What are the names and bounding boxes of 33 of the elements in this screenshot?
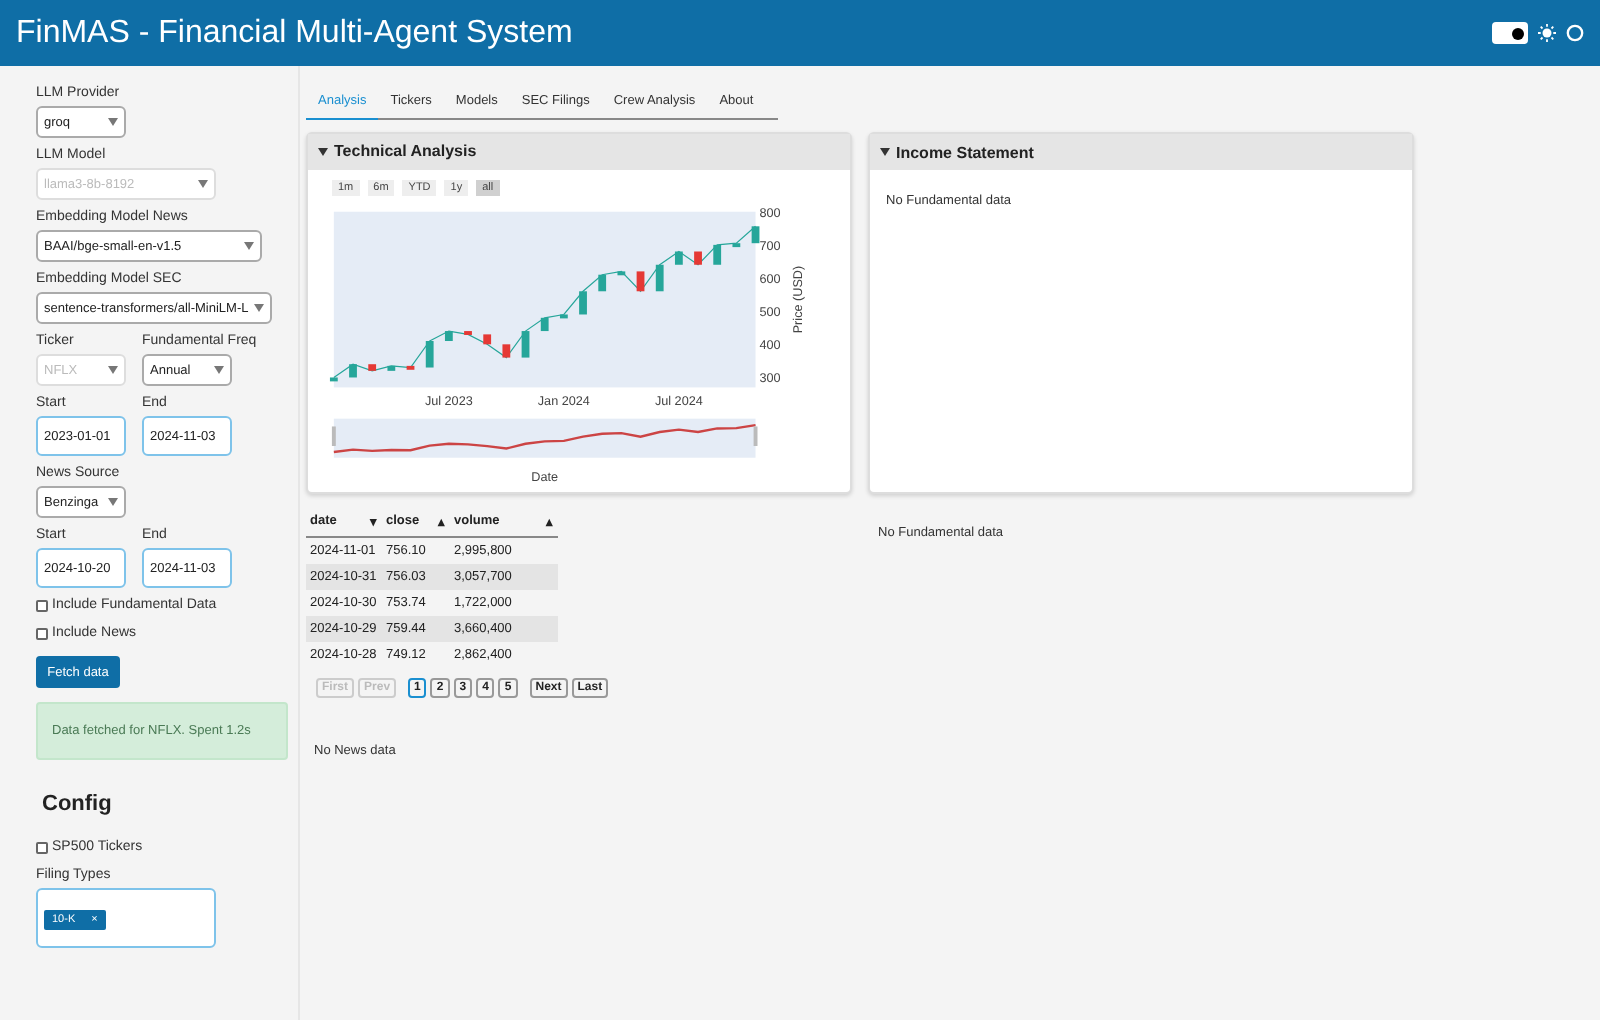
checkbox[interactable] <box>36 627 48 639</box>
caret-icon <box>108 366 118 374</box>
dark-mode-toggle[interactable] <box>1492 22 1528 44</box>
candlestick <box>559 313 568 318</box>
sun-icon <box>1538 24 1556 42</box>
candlestick <box>387 365 396 370</box>
candlestick <box>617 270 626 275</box>
candlestick <box>655 263 664 291</box>
caret-icon <box>214 366 224 374</box>
candlestick <box>636 270 645 291</box>
checkbox[interactable] <box>36 841 48 853</box>
range-slider[interactable] <box>331 417 758 457</box>
candlestick <box>329 376 338 381</box>
app-title: FinMAS - Financial Multi-Agent System <box>16 15 573 51</box>
card-title: Income Statement <box>896 143 1034 161</box>
candlestick <box>521 330 530 357</box>
candlestick <box>732 242 741 247</box>
candlestick <box>425 340 434 367</box>
checkbox[interactable] <box>36 599 48 611</box>
card-header[interactable]: Technical Analysis <box>308 134 850 170</box>
card-header[interactable]: Income Statement <box>870 134 1412 170</box>
caret-icon <box>198 180 208 188</box>
section-title: Config <box>42 792 114 816</box>
candlestick <box>406 365 415 369</box>
caret-icon <box>108 498 118 506</box>
caret-icon <box>108 118 118 126</box>
candlestick <box>579 290 587 314</box>
caret-icon <box>254 304 264 312</box>
caret-icon <box>244 242 254 250</box>
card-title: Technical Analysis <box>334 142 477 161</box>
circle-icon <box>1566 24 1584 42</box>
candlestick <box>464 330 472 335</box>
candlestick <box>368 363 377 370</box>
